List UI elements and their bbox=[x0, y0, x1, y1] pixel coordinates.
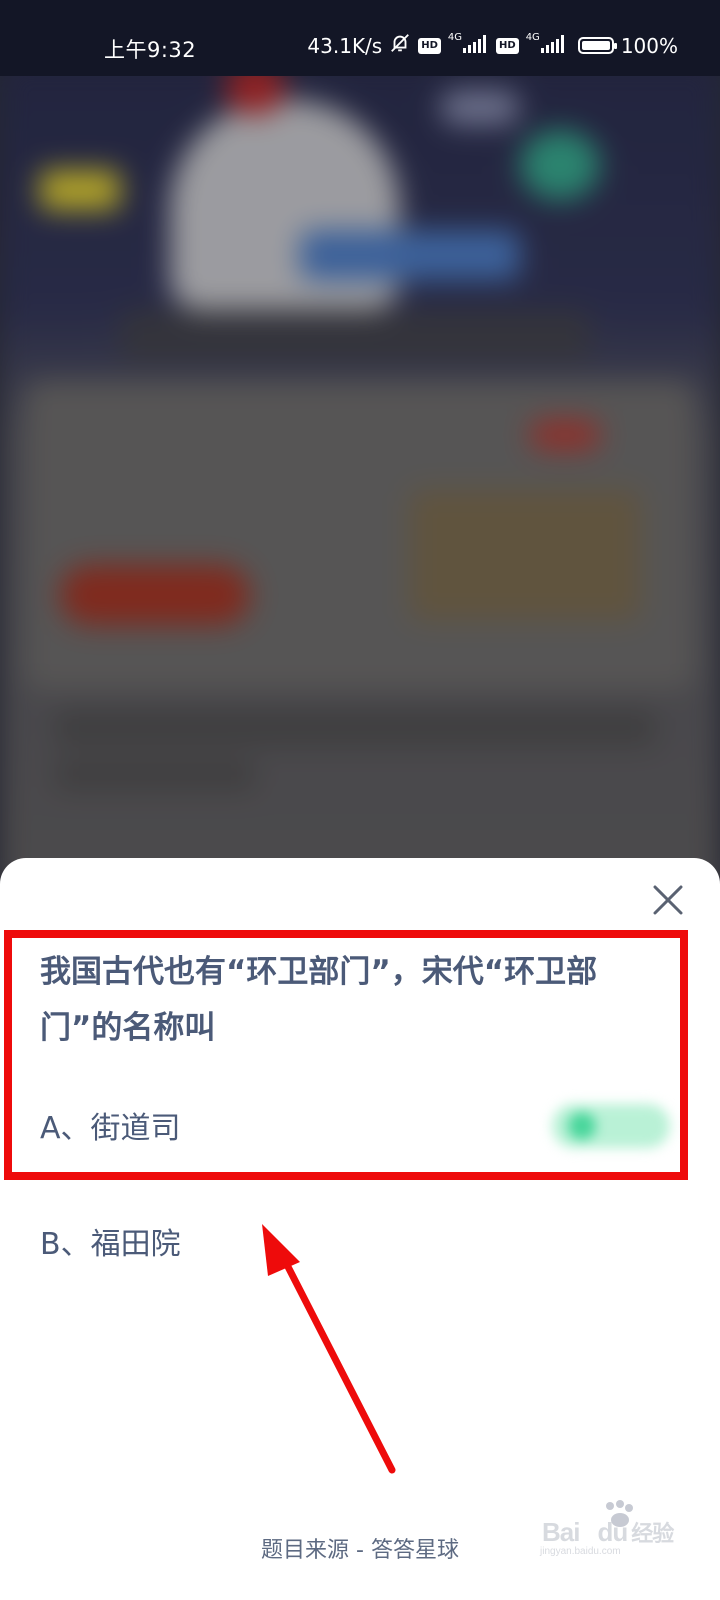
watermark-suffix: 经验 bbox=[631, 1521, 674, 1546]
net-speed: 43.1K/s bbox=[307, 33, 383, 58]
status-time: 上午9:32 bbox=[104, 38, 197, 62]
option-b-label: B、福田院 bbox=[40, 1227, 181, 1262]
watermark-brand: Bai bbox=[542, 1517, 580, 1547]
battery-icon bbox=[577, 37, 617, 54]
close-icon bbox=[653, 885, 683, 915]
bell-off-icon bbox=[389, 32, 411, 59]
signal-icon bbox=[463, 34, 489, 58]
network-type-1: 4G bbox=[447, 32, 463, 43]
hd-badge-2: HD bbox=[496, 37, 519, 54]
network-type-2: 4G bbox=[525, 32, 540, 43]
option-a[interactable]: A、街道司 bbox=[40, 1090, 680, 1160]
battery-level: 100% bbox=[620, 33, 678, 58]
watermark-url: jingyan.baidu.com bbox=[540, 1546, 621, 1557]
baidu-watermark: Bai du 经验 jingyan.baidu.com bbox=[538, 1498, 678, 1558]
signal-icon-2 bbox=[540, 34, 567, 58]
close-button[interactable] bbox=[646, 878, 690, 922]
option-a-label: A、街道司 bbox=[40, 1111, 181, 1146]
quiz-sheet: 我国古代也有“环卫部门”，宋代“环卫部门”的名称叫 A、街道司 B、福田院 题目… bbox=[0, 858, 720, 1600]
status-bar: 上午9:32 43.1K/s HD 4G HD 4G 100% bbox=[0, 0, 720, 76]
status-icons: 43.1K/s HD 4G HD 4G 100% bbox=[307, 32, 678, 59]
answer-badge-blurred bbox=[552, 1104, 670, 1148]
question-text: 我国古代也有“环卫部门”，宋代“环卫部门”的名称叫 bbox=[40, 954, 598, 1046]
watermark-brand-2: du bbox=[597, 1517, 628, 1547]
option-b[interactable]: B、福田院 bbox=[40, 1206, 680, 1276]
dim-overlay bbox=[0, 60, 720, 920]
hd-badge-1: HD bbox=[418, 37, 441, 54]
